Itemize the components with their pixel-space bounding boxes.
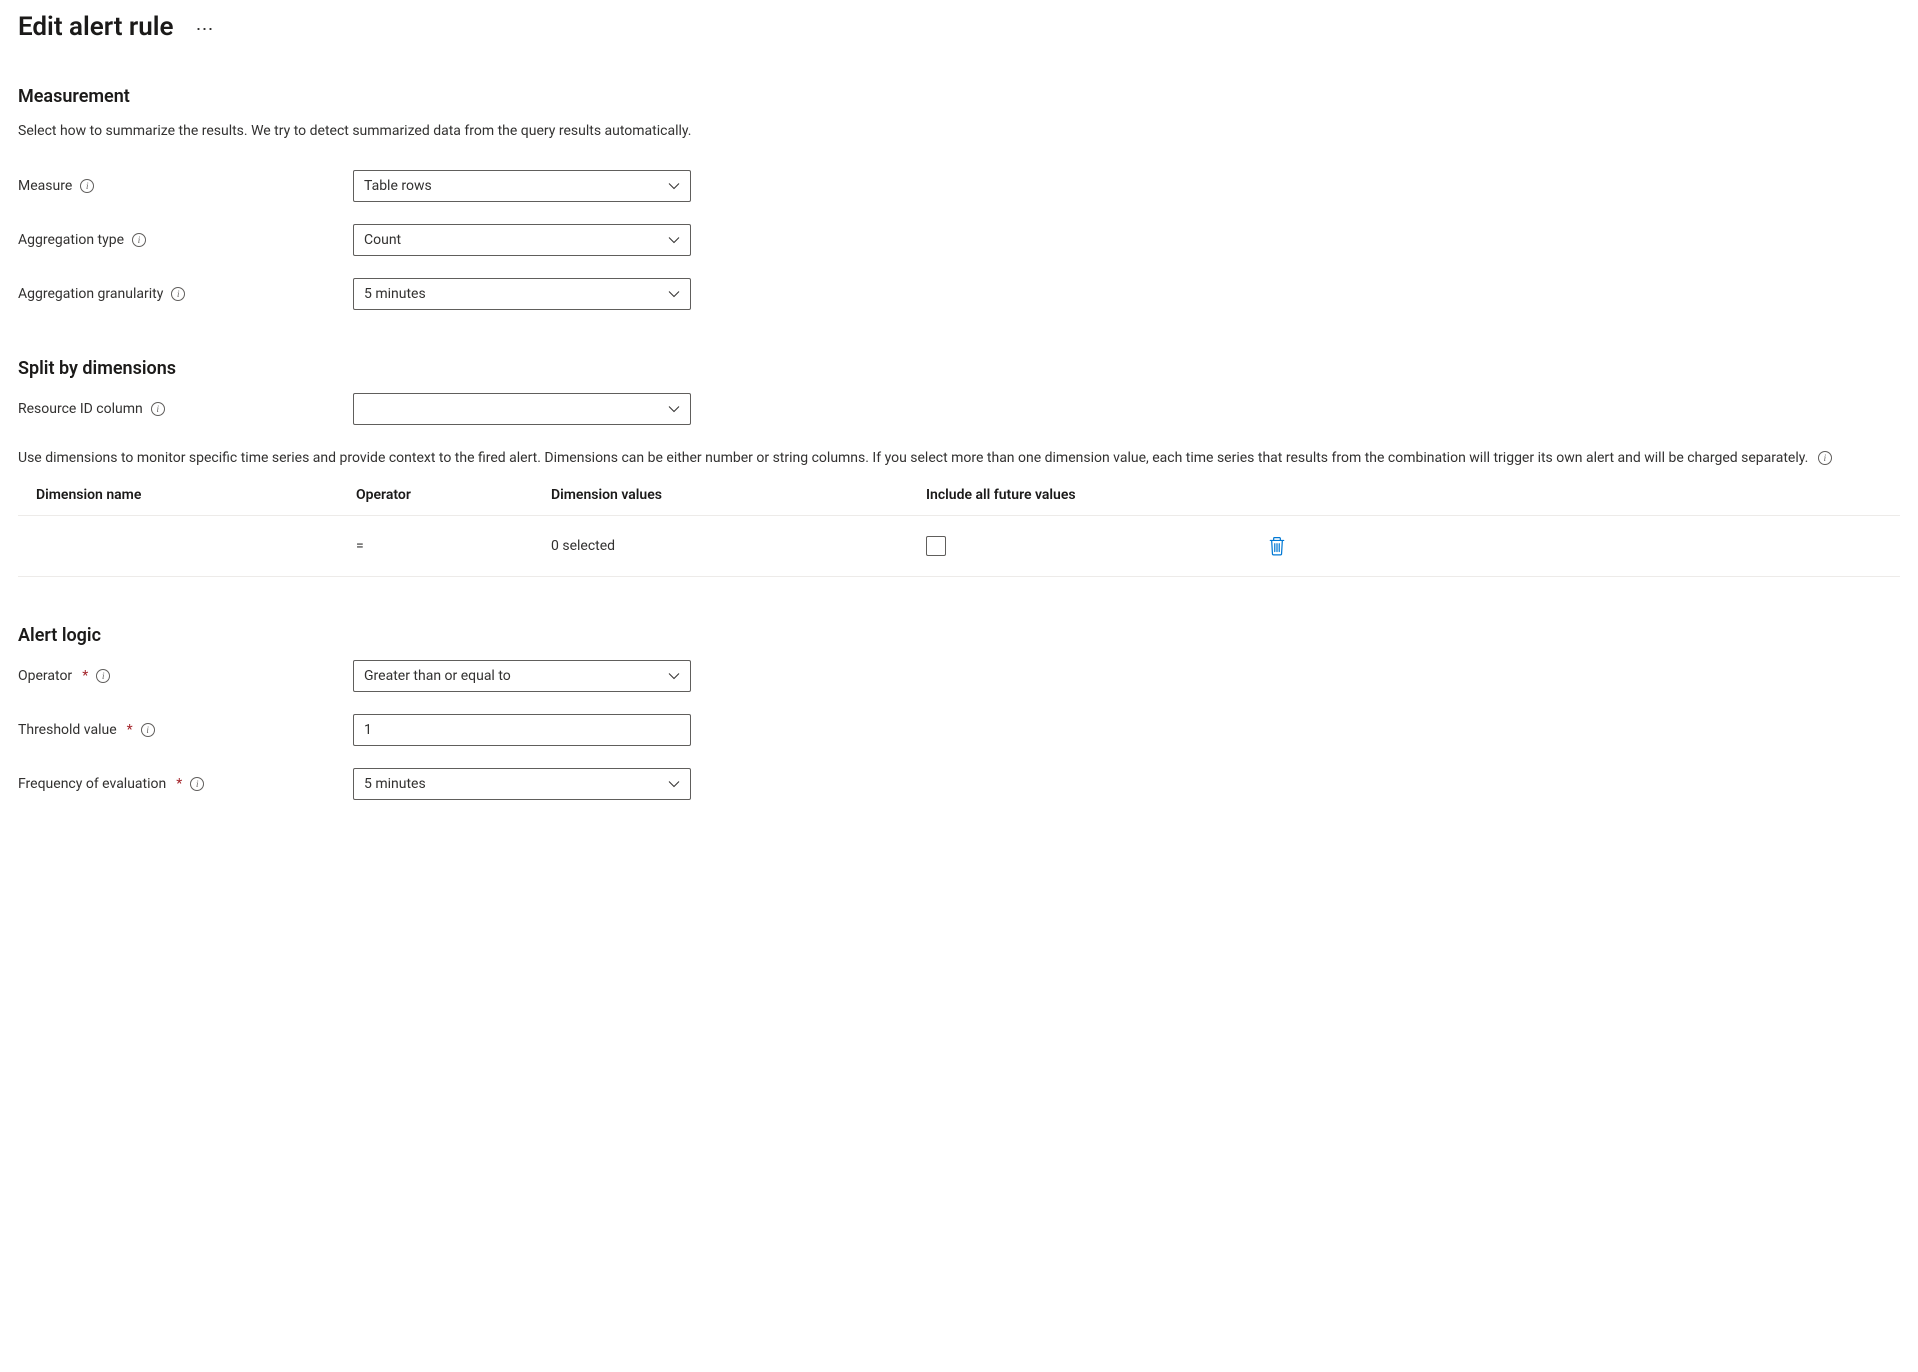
dimensions-description-text: Use dimensions to monitor specific time …	[18, 450, 1808, 466]
required-indicator: *	[127, 722, 133, 738]
chevron-down-icon	[668, 670, 680, 682]
aggregation-type-value: Count	[364, 232, 401, 248]
aggregation-type-select[interactable]: Count	[353, 224, 691, 256]
chevron-down-icon	[668, 403, 680, 415]
info-icon[interactable]: i	[171, 287, 185, 301]
info-icon[interactable]: i	[132, 233, 146, 247]
chevron-down-icon	[668, 180, 680, 192]
required-indicator: *	[176, 776, 182, 792]
measure-value: Table rows	[364, 178, 432, 194]
more-actions-button[interactable]: ⋯	[192, 15, 219, 44]
measurement-heading: Measurement	[18, 86, 1900, 107]
frequency-label: Frequency of evaluation	[18, 776, 166, 792]
page-title: Edit alert rule	[18, 12, 174, 42]
aggregation-type-label: Aggregation type	[18, 232, 124, 248]
dimensions-table-row: = 0 selected	[18, 516, 1900, 577]
trash-icon	[1268, 536, 1286, 556]
threshold-value: 1	[364, 722, 372, 738]
col-include-all: Include all future values	[926, 487, 1226, 503]
info-icon[interactable]: i	[151, 402, 165, 416]
required-indicator: *	[82, 668, 88, 684]
aggregation-granularity-select[interactable]: 5 minutes	[353, 278, 691, 310]
measurement-description: Select how to summarize the results. We …	[18, 121, 1900, 142]
dimensions-table-header: Dimension name Operator Dimension values…	[18, 479, 1900, 516]
threshold-input[interactable]: 1	[353, 714, 691, 746]
aggregation-granularity-value: 5 minutes	[364, 286, 426, 302]
aggregation-granularity-label: Aggregation granularity	[18, 286, 163, 302]
dimension-operator-cell[interactable]: =	[356, 538, 551, 554]
info-icon[interactable]: i	[80, 179, 94, 193]
col-dimension-values: Dimension values	[551, 487, 926, 503]
info-icon[interactable]: i	[1818, 451, 1832, 465]
alert-logic-heading: Alert logic	[18, 625, 1900, 646]
operator-label: Operator	[18, 668, 72, 684]
dimensions-heading: Split by dimensions	[18, 358, 1900, 379]
frequency-value: 5 minutes	[364, 776, 426, 792]
chevron-down-icon	[668, 288, 680, 300]
col-operator: Operator	[356, 487, 551, 503]
chevron-down-icon	[668, 778, 680, 790]
frequency-select[interactable]: 5 minutes	[353, 768, 691, 800]
col-dimension-name: Dimension name	[36, 487, 356, 503]
measure-select[interactable]: Table rows	[353, 170, 691, 202]
delete-dimension-button[interactable]	[1226, 536, 1286, 556]
dimensions-table: Dimension name Operator Dimension values…	[18, 479, 1900, 577]
include-all-checkbox[interactable]	[926, 536, 946, 556]
info-icon[interactable]: i	[190, 777, 204, 791]
measurement-section: Measurement Select how to summarize the …	[18, 86, 1900, 310]
dimensions-section: Split by dimensions Resource ID column i…	[18, 358, 1900, 577]
operator-value: Greater than or equal to	[364, 668, 511, 684]
dimensions-description: Use dimensions to monitor specific time …	[18, 447, 1900, 469]
dimension-values-cell[interactable]: 0 selected	[551, 538, 926, 554]
operator-select[interactable]: Greater than or equal to	[353, 660, 691, 692]
threshold-label: Threshold value	[18, 722, 117, 738]
resource-id-label: Resource ID column	[18, 401, 143, 417]
chevron-down-icon	[668, 234, 680, 246]
info-icon[interactable]: i	[141, 723, 155, 737]
alert-logic-section: Alert logic Operator * i Greater than or…	[18, 625, 1900, 800]
info-icon[interactable]: i	[96, 669, 110, 683]
measure-label: Measure	[18, 178, 72, 194]
resource-id-select[interactable]	[353, 393, 691, 425]
